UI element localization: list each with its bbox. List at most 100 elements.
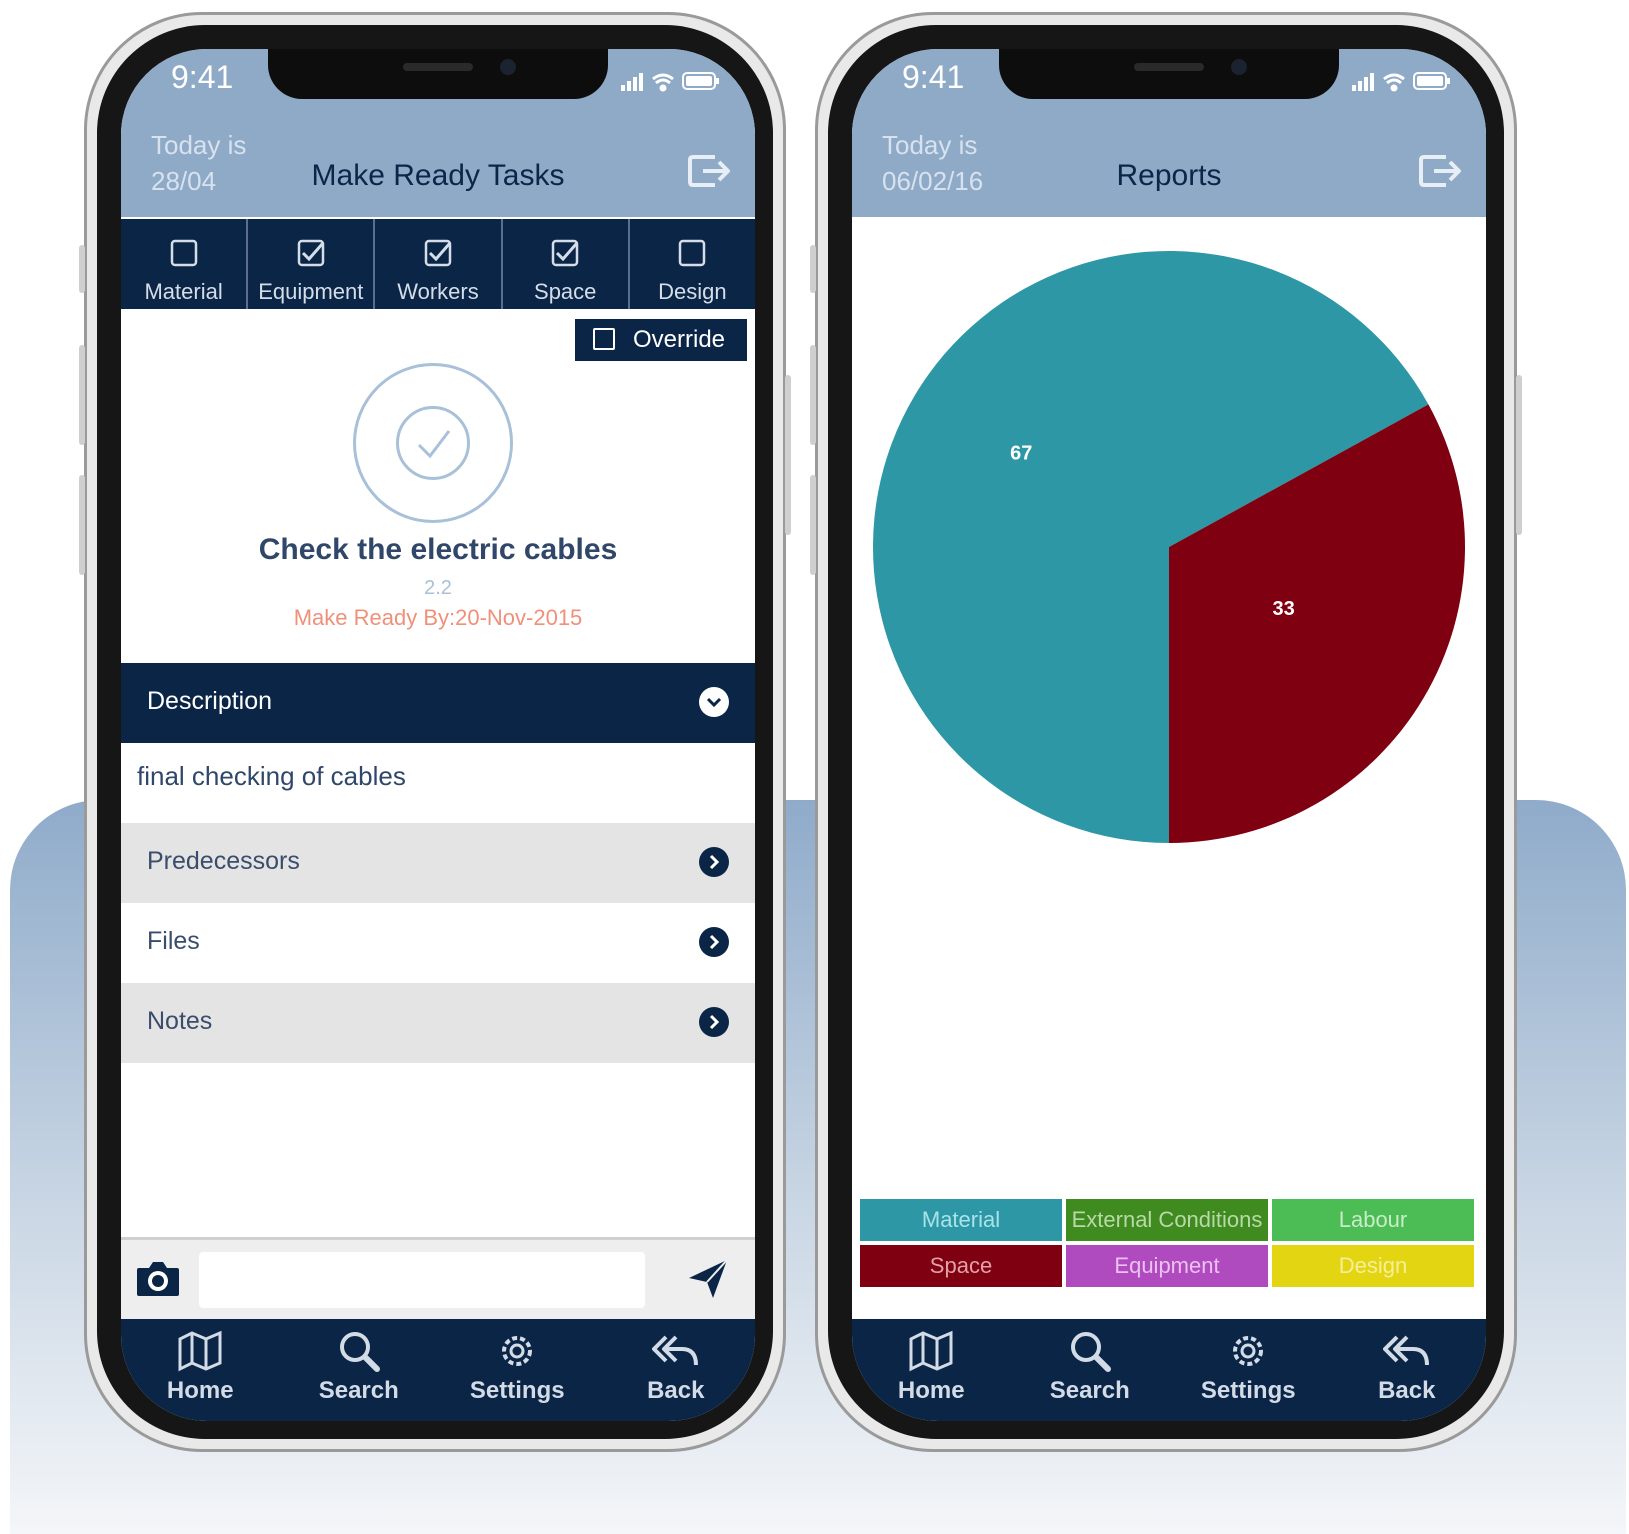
nav-label: Home: [166, 1377, 234, 1404]
chevron-right-icon: [699, 927, 729, 957]
task-number: 2.2: [424, 577, 452, 599]
pie-chart-area: 67 33: [852, 239, 1486, 879]
screen-reports: Today is 06/02/16 Reports 9:41 67 33 Mate…: [852, 49, 1486, 1421]
pie-label-space: 33: [1273, 598, 1295, 620]
volume-down-button: [810, 475, 816, 575]
checkbox-checked-icon: [424, 239, 452, 267]
message-input[interactable]: [199, 1252, 645, 1308]
tab-label: Space: [534, 279, 597, 304]
status-icons: [621, 72, 719, 92]
phone-left: Today is 28/04 Make Ready Tasks 9:41 Mat…: [79, 12, 791, 1452]
power-button: [785, 375, 791, 535]
nav-search[interactable]: Search: [1011, 1319, 1170, 1421]
legend-item-material[interactable]: Material: [860, 1199, 1062, 1241]
signal-icon: [1352, 73, 1374, 91]
row-files[interactable]: Files: [121, 903, 755, 983]
description-label: Description: [147, 687, 273, 715]
nav-label: Back: [1378, 1377, 1436, 1404]
nav-settings[interactable]: Settings: [1169, 1319, 1328, 1421]
checkbox-unchecked-icon: [170, 239, 197, 267]
nav-label: Settings: [469, 1377, 565, 1404]
checkbox-checked-icon: [297, 239, 325, 267]
screen-make-ready-tasks: Today is 28/04 Make Ready Tasks 9:41 Mat…: [121, 49, 755, 1421]
nav-label: Search: [1049, 1377, 1130, 1404]
status-time: 9:41: [902, 59, 965, 95]
bottom-nav: Home Search Settings Back: [121, 1319, 755, 1421]
pie-label-material: 67: [1010, 443, 1032, 465]
legend-item-labour[interactable]: Labour: [1272, 1199, 1474, 1241]
row-label: Notes: [147, 1007, 213, 1035]
row-predecessors[interactable]: Predecessors: [121, 823, 755, 903]
battery-icon: [682, 72, 719, 90]
nav-home[interactable]: Home: [121, 1319, 280, 1421]
tab-material[interactable]: Material: [121, 219, 249, 309]
chart-legend: Material External Conditions Labour Spac…: [860, 1199, 1478, 1319]
override-label: Override: [633, 326, 726, 353]
nav-label: Home: [897, 1377, 965, 1404]
tab-workers[interactable]: Workers: [375, 219, 503, 309]
reply-all-icon: [651, 1335, 698, 1366]
legend-item-design[interactable]: Design: [1272, 1245, 1474, 1287]
chevron-right-icon: [699, 1007, 729, 1037]
tab-label: Design: [658, 279, 727, 304]
row-notes[interactable]: Notes: [121, 983, 755, 1063]
nav-label: Search: [318, 1377, 399, 1404]
nav-back[interactable]: Back: [597, 1319, 756, 1421]
today-label: Today is: [151, 130, 247, 160]
nav-search[interactable]: Search: [280, 1319, 439, 1421]
legend-item-equipment[interactable]: Equipment: [1066, 1245, 1268, 1287]
wifi-icon: [652, 73, 674, 92]
mute-switch: [79, 245, 85, 293]
reply-all-icon: [1382, 1335, 1429, 1366]
description-header[interactable]: Description: [121, 663, 755, 743]
task-title: Check the electric cables: [258, 533, 618, 566]
signal-icon: [621, 73, 643, 91]
description-text: final checking of cables: [137, 761, 406, 791]
map-icon: [909, 1330, 953, 1372]
volume-down-button: [79, 475, 85, 575]
phone-right: Today is 06/02/16 Reports 9:41 67 33 Mate…: [810, 12, 1522, 1452]
nav-label: Back: [647, 1377, 705, 1404]
tab-equipment[interactable]: Equipment: [248, 219, 376, 309]
make-ready-date: Make Ready By:20-Nov-2015: [293, 605, 583, 630]
nav-settings[interactable]: Settings: [438, 1319, 597, 1421]
chevron-right-icon: [699, 847, 729, 877]
page-title: Make Ready Tasks: [311, 159, 565, 192]
task-status-icon: [353, 363, 513, 523]
wifi-icon: [1383, 73, 1405, 92]
today-label: Today is: [882, 130, 978, 160]
status-time: 9:41: [171, 59, 234, 95]
nav-home[interactable]: Home: [852, 1319, 1011, 1421]
volume-up-button: [810, 345, 816, 445]
nav-back[interactable]: Back: [1328, 1319, 1487, 1421]
legend-item-external-conditions[interactable]: External Conditions: [1066, 1199, 1268, 1241]
notch: [999, 49, 1339, 99]
gear-icon: [1233, 1336, 1264, 1366]
override-checkbox[interactable]: [593, 328, 615, 350]
tab-space[interactable]: Space: [502, 219, 630, 309]
checkbox-unchecked-icon: [679, 239, 706, 267]
message-composer: [121, 1237, 755, 1319]
row-label: Files: [147, 927, 200, 955]
tab-label: Material: [144, 279, 223, 304]
tab-design[interactable]: Design: [629, 219, 755, 309]
search-icon: [1070, 1332, 1111, 1372]
tab-label: Equipment: [258, 279, 364, 304]
row-label: Predecessors: [147, 847, 300, 875]
legend-item-space[interactable]: Space: [860, 1245, 1062, 1287]
bottom-nav: Home Search Settings Back: [852, 1319, 1486, 1421]
power-button: [1516, 375, 1522, 535]
checkbox-checked-icon: [551, 239, 579, 267]
battery-icon: [1413, 72, 1450, 90]
page-title: Reports: [1116, 159, 1222, 192]
send-icon[interactable]: [687, 1258, 729, 1300]
nav-label: Settings: [1200, 1377, 1296, 1404]
mute-switch: [810, 245, 816, 293]
override-toggle[interactable]: Override: [575, 319, 747, 361]
logout-icon[interactable]: [1418, 153, 1464, 189]
tab-label: Workers: [397, 279, 479, 304]
camera-icon[interactable]: [135, 1258, 181, 1298]
logout-icon[interactable]: [687, 153, 733, 189]
status-icons: [1352, 72, 1450, 92]
volume-up-button: [79, 345, 85, 445]
